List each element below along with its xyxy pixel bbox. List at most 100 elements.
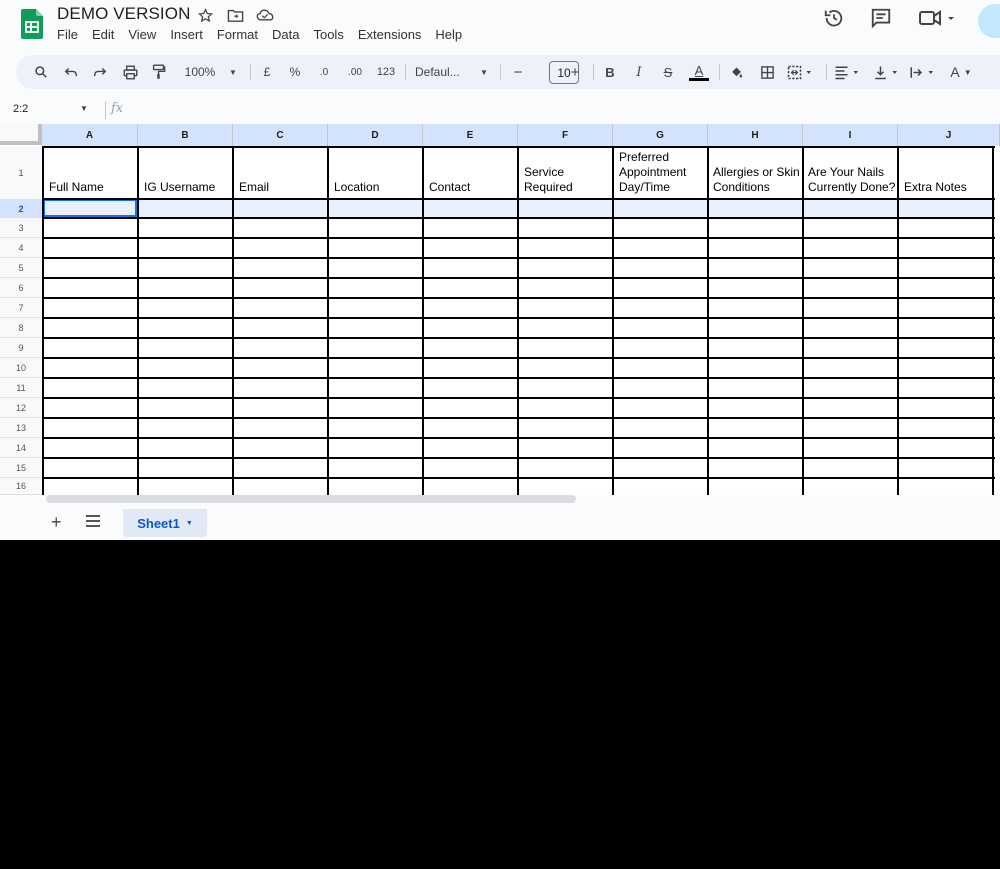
text-color-label: A	[694, 62, 704, 78]
comments-icon[interactable]	[870, 7, 892, 29]
search-menus-icon[interactable]	[31, 55, 51, 89]
cloud-status-icon[interactable]	[256, 6, 274, 24]
toolbar-divider	[405, 64, 406, 80]
header-cell-location[interactable]: Location	[329, 148, 422, 198]
menu-insert[interactable]: Insert	[170, 27, 210, 43]
active-cell-a2[interactable]	[43, 199, 137, 217]
print-icon[interactable]	[120, 55, 140, 89]
column-header-j[interactable]: J	[898, 124, 1000, 146]
header-cell-extra-notes[interactable]: Extra Notes	[899, 148, 992, 198]
vertical-align-icon[interactable]	[873, 55, 903, 89]
sheet-tab-sheet1[interactable]: Sheet1 ▼	[123, 509, 207, 537]
merge-cells-icon[interactable]	[787, 55, 817, 89]
header-cell-allergies[interactable]: Allergies or Skin Conditions	[709, 148, 802, 198]
star-icon[interactable]	[196, 6, 214, 24]
cell-border	[992, 146, 994, 495]
redo-icon[interactable]	[90, 55, 110, 89]
format-percent-button[interactable]: %	[287, 55, 303, 89]
header-cell-service-required[interactable]: Service Required	[519, 148, 612, 198]
cell-border	[517, 146, 519, 495]
column-header-f[interactable]: F	[518, 124, 613, 146]
text-color-button[interactable]: A	[688, 55, 710, 89]
row-header-2[interactable]: 2	[0, 200, 42, 218]
version-history-icon[interactable]	[823, 7, 845, 29]
header-cell-preferred-appointment[interactable]: Preferred Appointment Day/Time	[614, 148, 707, 198]
column-header-h[interactable]: H	[708, 124, 803, 146]
select-all-corner[interactable]	[0, 124, 42, 145]
row-header-14[interactable]: 14	[0, 438, 42, 458]
row-header-4[interactable]: 4	[0, 238, 42, 258]
horizontal-scrollbar[interactable]	[46, 495, 576, 503]
add-sheet-icon[interactable]: +	[51, 512, 62, 533]
column-header-c[interactable]: C	[233, 124, 328, 146]
header-cell-ig-username[interactable]: IG Username	[139, 148, 232, 198]
menu-file[interactable]: File	[57, 27, 85, 43]
menu-format[interactable]: Format	[217, 27, 265, 43]
name-box[interactable]: 2:2	[13, 103, 28, 115]
menu-view[interactable]: View	[128, 27, 163, 43]
decrease-decimal-button[interactable]: .0	[313, 55, 335, 89]
column-header-b[interactable]: B	[138, 124, 233, 146]
text-rotation-icon[interactable]: A ▼	[946, 55, 976, 89]
row-header-12[interactable]: 12	[0, 398, 42, 418]
menu-help[interactable]: Help	[435, 27, 469, 43]
row-header-8[interactable]: 8	[0, 318, 42, 338]
row-header-9[interactable]: 9	[0, 338, 42, 358]
row-header-7[interactable]: 7	[0, 298, 42, 318]
header-cell-full-name[interactable]: Full Name	[44, 148, 137, 198]
spreadsheet-grid[interactable]: A B C D E F G H I J 1 2 3 4 5 6 7 8 9 10…	[0, 124, 1000, 495]
row-header-10[interactable]: 10	[0, 358, 42, 378]
menu-edit[interactable]: Edit	[92, 27, 121, 43]
meet-icon[interactable]	[918, 7, 960, 29]
menu-extensions[interactable]: Extensions	[358, 27, 429, 43]
row-header-5[interactable]: 5	[0, 258, 42, 278]
format-currency-button[interactable]: £	[259, 55, 275, 89]
text-rotation-dropdown-icon: ▼	[963, 67, 972, 77]
column-header-e[interactable]: E	[423, 124, 518, 146]
undo-icon[interactable]	[61, 55, 81, 89]
paint-format-icon[interactable]	[148, 55, 168, 89]
all-sheets-icon[interactable]	[86, 515, 100, 530]
column-header-d[interactable]: D	[328, 124, 423, 146]
sheet-tab-label: Sheet1	[137, 515, 180, 531]
row-header-11[interactable]: 11	[0, 378, 42, 398]
more-formats-button[interactable]: 123	[373, 55, 399, 89]
header-cell-contact[interactable]: Contact	[424, 148, 517, 198]
menu-data[interactable]: Data	[272, 27, 306, 43]
sheet-tab-dropdown-icon[interactable]: ▼	[186, 520, 193, 527]
column-header-a[interactable]: A	[42, 124, 138, 146]
header-cell-nails-done[interactable]: Are Your Nails Currently Done?	[804, 148, 897, 198]
font-family-select[interactable]: Defaul...	[415, 55, 473, 89]
fill-color-icon[interactable]	[727, 55, 745, 89]
row-header-6[interactable]: 6	[0, 278, 42, 298]
decrease-font-size-button[interactable]: −	[510, 55, 526, 89]
cell-border	[232, 146, 234, 495]
header-cell-email[interactable]: Email	[234, 148, 327, 198]
zoom-dropdown-icon[interactable]: ▼	[227, 55, 239, 89]
italic-button[interactable]: I	[631, 55, 647, 89]
blank-area	[0, 540, 1000, 869]
name-box-dropdown-icon[interactable]: ▼	[80, 104, 88, 113]
row-header-16[interactable]: 16	[0, 478, 42, 495]
column-header-i[interactable]: I	[803, 124, 898, 146]
menu-tools[interactable]: Tools	[313, 27, 350, 43]
strikethrough-button[interactable]: S	[660, 55, 676, 89]
bold-button[interactable]: B	[602, 55, 618, 89]
row-header-1[interactable]: 1	[0, 146, 42, 200]
row-header-13[interactable]: 13	[0, 418, 42, 438]
text-wrapping-icon[interactable]	[909, 55, 939, 89]
column-header-g[interactable]: G	[613, 124, 708, 146]
increase-decimal-button[interactable]: .00	[342, 55, 368, 89]
move-to-folder-icon[interactable]	[226, 6, 244, 24]
font-dropdown-icon[interactable]: ▼	[478, 55, 490, 89]
sheets-logo-icon[interactable]	[21, 9, 43, 39]
share-button[interactable]	[978, 4, 1000, 38]
sheet-bar: + Sheet1 ▼	[0, 504, 1000, 540]
row-header-3[interactable]: 3	[0, 218, 42, 238]
increase-font-size-button[interactable]: +	[567, 55, 583, 89]
document-title[interactable]: DEMO VERSION	[57, 4, 190, 24]
borders-icon[interactable]	[758, 55, 776, 89]
zoom-value[interactable]: 100%	[180, 55, 220, 89]
row-header-15[interactable]: 15	[0, 458, 42, 478]
horizontal-align-icon[interactable]	[834, 55, 864, 89]
